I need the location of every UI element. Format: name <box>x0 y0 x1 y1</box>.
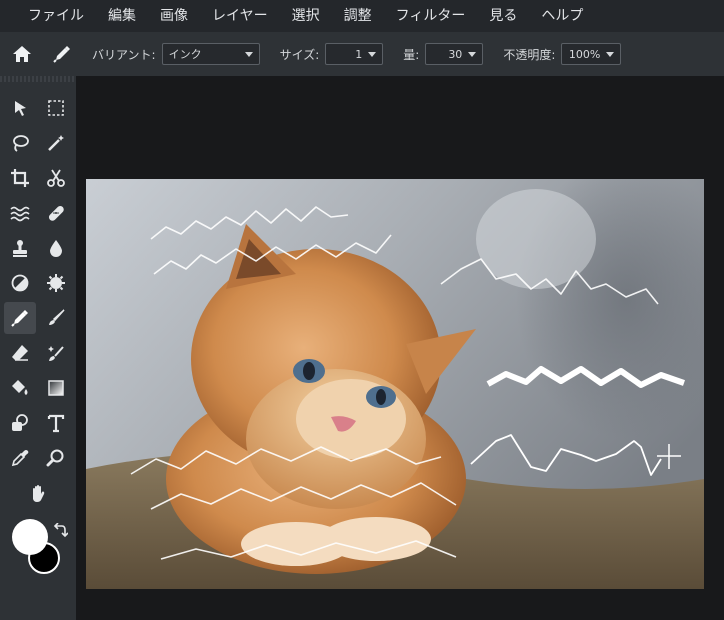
smart-brush-tool[interactable] <box>40 337 72 369</box>
menu-select[interactable]: 選択 <box>280 0 332 32</box>
amount-dropdown[interactable]: 30 <box>425 43 484 65</box>
half-circle-icon <box>11 274 29 292</box>
lasso-icon <box>13 135 29 152</box>
current-tool-indicator <box>44 32 80 76</box>
blur-tool[interactable] <box>40 232 72 264</box>
move-tool[interactable] <box>4 92 36 124</box>
opacity-dropdown[interactable]: 100% <box>561 43 622 65</box>
clone-stamp-tool[interactable] <box>4 232 36 264</box>
chevron-down-icon <box>244 51 253 57</box>
pen-icon <box>11 310 28 327</box>
fill-tool[interactable] <box>4 372 36 404</box>
shape-tool[interactable] <box>4 407 36 439</box>
swap-colors-button[interactable] <box>52 522 69 539</box>
home-button[interactable] <box>0 32 44 76</box>
text-icon <box>47 414 65 433</box>
shapes-icon <box>12 414 28 431</box>
scissors-icon <box>47 169 65 187</box>
brush-tool[interactable] <box>40 302 72 334</box>
menu-filter[interactable]: フィルター <box>384 0 478 32</box>
zoom-tool[interactable] <box>40 442 72 474</box>
menu-bar: ファイル 編集 画像 レイヤー 選択 調整 フィルター 見る ヘルプ <box>0 0 724 32</box>
size-value: 1 <box>355 47 363 61</box>
chevron-down-icon <box>606 51 615 57</box>
paint-bucket-icon <box>12 380 28 395</box>
eraser-icon <box>12 345 28 361</box>
menu-adjust[interactable]: 調整 <box>332 0 384 32</box>
image-canvas[interactable] <box>86 179 704 589</box>
waves-icon <box>10 206 30 222</box>
sponge-icon <box>47 274 65 292</box>
pencil-tool[interactable] <box>4 302 36 334</box>
variant-value: インク <box>168 48 202 61</box>
swap-arrow-icon <box>53 522 69 538</box>
size-dropdown[interactable]: 1 <box>325 43 384 65</box>
menu-image[interactable]: 画像 <box>148 0 200 32</box>
drop-icon <box>50 240 62 257</box>
arrow-icon <box>15 101 26 116</box>
cut-tool[interactable] <box>40 162 72 194</box>
eyedropper-tool[interactable] <box>4 442 36 474</box>
hand-tool[interactable] <box>22 477 54 509</box>
menu-file[interactable]: ファイル <box>0 0 96 32</box>
variant-dropdown[interactable]: インク <box>161 43 260 65</box>
stamp-icon <box>13 240 27 257</box>
text-tool[interactable] <box>40 407 72 439</box>
magic-wand-icon <box>48 135 64 151</box>
sparkle-brush-icon <box>48 346 64 361</box>
tool-panel <box>0 76 76 620</box>
lasso-tool[interactable] <box>4 127 36 159</box>
hand-icon <box>33 485 45 502</box>
marquee-tool[interactable] <box>40 92 72 124</box>
healing-tool[interactable] <box>40 197 72 229</box>
dashed-rectangle-icon <box>48 100 64 116</box>
amount-label: 量: <box>403 47 420 62</box>
liquify-tool[interactable] <box>4 197 36 229</box>
foreground-color-swatch[interactable] <box>12 519 48 555</box>
gradient-tool[interactable] <box>40 372 72 404</box>
pen-icon <box>53 46 70 63</box>
options-bar: バリアント: インク サイズ: 1 量: 30 不透明度: 100% <box>0 32 724 76</box>
menu-view[interactable]: 見る <box>477 0 529 32</box>
menu-help[interactable]: ヘルプ <box>529 0 595 32</box>
bandage-icon <box>48 205 64 221</box>
size-label: サイズ: <box>279 47 320 62</box>
variant-label: バリアント: <box>92 47 156 62</box>
chevron-down-icon <box>468 51 477 57</box>
chevron-down-icon <box>368 51 377 57</box>
eyedropper-icon <box>11 450 29 467</box>
gradient-icon <box>48 380 64 396</box>
sponge-tool[interactable] <box>40 267 72 299</box>
menu-edit[interactable]: 編集 <box>96 0 148 32</box>
crop-tool[interactable] <box>4 162 36 194</box>
menu-layer[interactable]: レイヤー <box>200 0 280 32</box>
amount-value: 30 <box>448 47 463 61</box>
dodge-tool[interactable] <box>4 267 36 299</box>
panel-grip[interactable] <box>0 76 76 82</box>
home-icon <box>13 46 31 62</box>
opacity-value: 100% <box>568 47 601 61</box>
brush-icon <box>49 309 65 325</box>
opacity-label: 不透明度: <box>503 47 556 62</box>
magic-wand-tool[interactable] <box>40 127 72 159</box>
kitten-photo[interactable] <box>86 179 704 589</box>
eraser-tool[interactable] <box>4 337 36 369</box>
magnifier-icon <box>46 449 64 467</box>
crop-icon <box>11 169 29 187</box>
